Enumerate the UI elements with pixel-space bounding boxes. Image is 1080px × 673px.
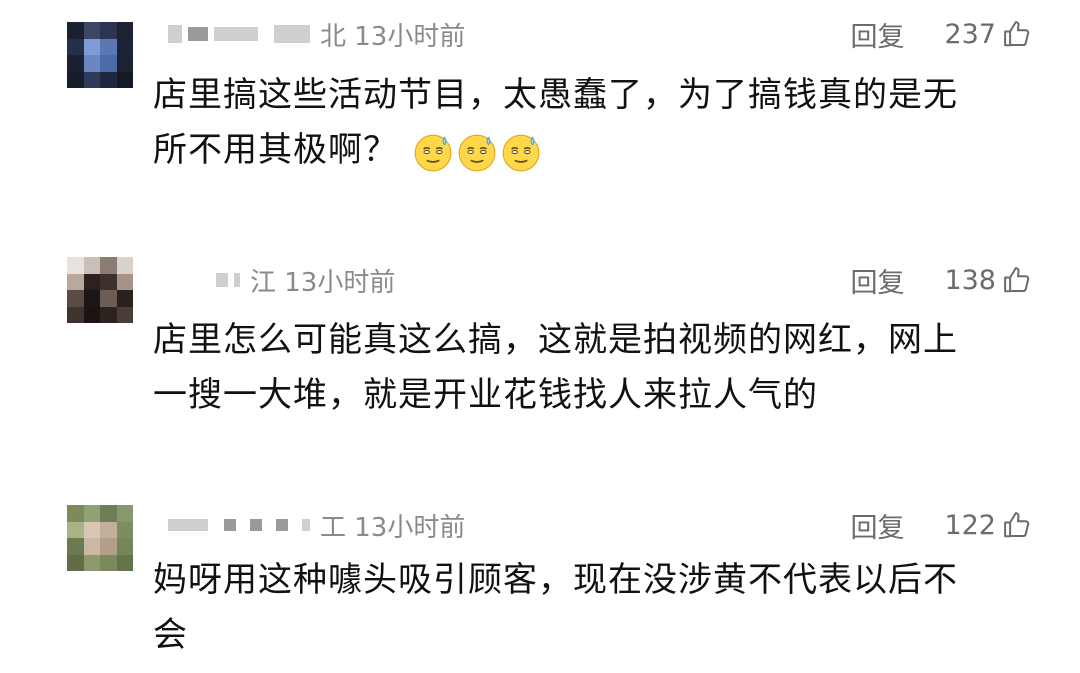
username-blur bbox=[250, 519, 262, 531]
avatar-mosaic-cell bbox=[67, 257, 84, 274]
thumbs-up-icon[interactable] bbox=[1002, 510, 1032, 540]
avatar-mosaic-cell bbox=[83, 521, 100, 538]
avatar-mosaic-cell bbox=[116, 554, 133, 571]
avatar-mosaic-cell bbox=[83, 290, 100, 307]
comment-item: 工 13小时前 回复 122 妈呀用这种噱头吸引顾客，现在没涉黄不代表以后不 会 bbox=[0, 0, 1080, 655]
avatar-mosaic-cell bbox=[67, 273, 84, 290]
avatar-mosaic-cell bbox=[83, 505, 100, 522]
avatar-mosaic-cell bbox=[100, 505, 117, 522]
location-time: 工 13小时前 bbox=[320, 512, 466, 543]
thumbs-up-icon[interactable] bbox=[1002, 265, 1032, 295]
avatar-mosaic-cell bbox=[100, 554, 117, 571]
location-time: 江 13小时前 bbox=[250, 267, 396, 298]
avatar-mosaic-cell bbox=[116, 306, 133, 323]
avatar-mosaic-cell bbox=[83, 306, 100, 323]
username-blur bbox=[234, 273, 240, 287]
username-blur bbox=[302, 519, 310, 531]
avatar[interactable] bbox=[67, 505, 133, 571]
avatar-mosaic-cell bbox=[116, 273, 133, 290]
avatar-mosaic-cell bbox=[100, 521, 117, 538]
avatar-mosaic-cell bbox=[100, 538, 117, 555]
avatar-mosaic-cell bbox=[83, 538, 100, 555]
comment-text: 店里怎么可能真这么搞，这就是拍视频的网红，网上 一搜一大堆，就是开业花钱找人来拉… bbox=[153, 313, 1033, 423]
like-count: 138 bbox=[944, 264, 996, 296]
comment-text-line: 会 bbox=[153, 615, 188, 655]
comment-text-line: 一搜一大堆，就是开业花钱找人来拉人气的 bbox=[153, 375, 818, 415]
avatar-mosaic-cell bbox=[116, 257, 133, 274]
avatar-mosaic-cell bbox=[116, 521, 133, 538]
avatar-mosaic-cell bbox=[100, 306, 117, 323]
username-row: 江 13小时前 bbox=[160, 262, 395, 298]
comment-actions: 回复 138 bbox=[850, 261, 1032, 300]
reply-button[interactable]: 回复 bbox=[850, 506, 904, 545]
avatar-mosaic-cell bbox=[67, 290, 84, 307]
avatar-mosaic-cell bbox=[116, 505, 133, 522]
avatar-mosaic-cell bbox=[116, 538, 133, 555]
username-blur bbox=[168, 519, 208, 531]
avatar-mosaic-cell bbox=[83, 273, 100, 290]
avatar-mosaic-cell bbox=[100, 273, 117, 290]
comment-text-line: 店里怎么可能真这么搞，这就是拍视频的网红，网上 bbox=[153, 320, 958, 360]
comment-text: 妈呀用这种噱头吸引顾客，现在没涉黄不代表以后不 会 bbox=[153, 553, 1033, 663]
avatar[interactable] bbox=[67, 257, 133, 323]
avatar-mosaic-cell bbox=[67, 554, 84, 571]
avatar-mosaic-cell bbox=[67, 505, 84, 522]
comment-text-line: 妈呀用这种噱头吸引顾客，现在没涉黄不代表以后不 bbox=[153, 560, 958, 600]
avatar-mosaic-cell bbox=[67, 521, 84, 538]
avatar-mosaic-cell bbox=[67, 538, 84, 555]
reply-button[interactable]: 回复 bbox=[850, 261, 904, 300]
avatar-mosaic-cell bbox=[100, 290, 117, 307]
username-blur bbox=[224, 519, 236, 531]
avatar-mosaic-cell bbox=[116, 290, 133, 307]
avatar-mosaic-cell bbox=[100, 257, 117, 274]
avatar-mosaic-cell bbox=[67, 306, 84, 323]
avatar-mosaic-cell bbox=[83, 257, 100, 274]
username-row: 工 13小时前 bbox=[160, 507, 465, 543]
avatar-mosaic-cell bbox=[83, 554, 100, 571]
username-blur bbox=[276, 519, 288, 531]
like-count: 122 bbox=[944, 509, 996, 541]
comment-actions: 回复 122 bbox=[850, 506, 1032, 545]
username-blur bbox=[216, 273, 228, 287]
